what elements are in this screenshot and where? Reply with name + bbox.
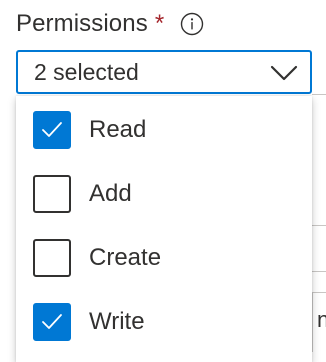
chevron-down-icon [270, 62, 298, 84]
required-indicator: * [154, 10, 165, 37]
option-label: Read [89, 116, 147, 143]
background-divider [312, 94, 326, 95]
background-cell: nl [312, 292, 326, 352]
background-cell [312, 225, 326, 272]
permissions-dropdown[interactable]: 2 selected [16, 50, 312, 94]
option-label: Create [89, 244, 162, 271]
dropdown-selected-value: 2 selected [34, 58, 139, 85]
info-icon[interactable] [180, 12, 204, 36]
permissions-field: nl Permissions * 2 selected [0, 0, 326, 362]
field-label-row: Permissions * [16, 6, 204, 42]
background-text: nl [317, 307, 326, 333]
option-write[interactable]: Write [16, 290, 312, 354]
option-label: Write [89, 308, 145, 335]
option-create[interactable]: Create [16, 226, 312, 290]
option-read[interactable]: Read [16, 98, 312, 162]
checkmark-icon [42, 122, 62, 137]
option-checkbox-read[interactable] [33, 111, 71, 149]
dropdown-options-panel: Read Add Create Write [16, 96, 312, 362]
option-label: Add [89, 180, 132, 207]
option-checkbox-create[interactable] [33, 239, 71, 277]
field-label: Permissions [16, 10, 148, 37]
checkmark-icon [42, 314, 62, 329]
option-checkbox-add[interactable] [33, 175, 71, 213]
option-checkbox-write[interactable] [33, 303, 71, 341]
option-add[interactable]: Add [16, 162, 312, 226]
